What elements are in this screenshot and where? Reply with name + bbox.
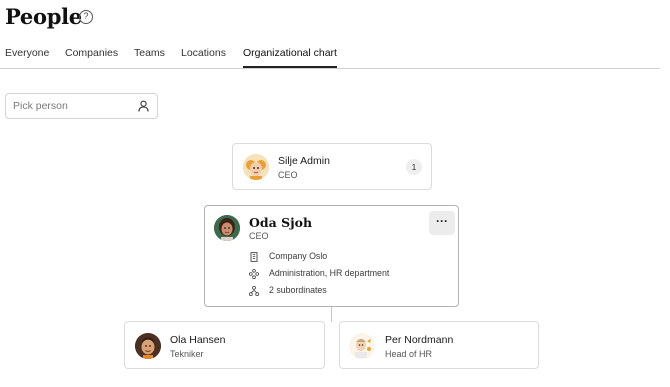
hierarchy-icon xyxy=(249,286,259,296)
avatar xyxy=(135,333,161,359)
avatar xyxy=(243,154,269,180)
person-icon[interactable] xyxy=(138,100,149,112)
tab-everyone[interactable]: Everyone xyxy=(5,47,49,59)
subordinate-name: Per Nordmann xyxy=(385,334,454,346)
subordinate-role: Head of HR xyxy=(385,349,433,359)
subordinate-card[interactable]: Per Nordmann Head of HR xyxy=(339,321,539,369)
selected-person-name: Oda Sjoh xyxy=(249,215,313,230)
tab-organizational-chart[interactable]: Organizational chart xyxy=(243,47,337,68)
org-connector-line xyxy=(331,307,332,322)
tab-teams[interactable]: Teams xyxy=(134,47,165,59)
manager-name: Silje Admin xyxy=(278,155,330,167)
subordinate-role: Tekniker xyxy=(170,349,204,359)
subordinates-label: 2 subordinates xyxy=(269,285,327,295)
tab-companies[interactable]: Companies xyxy=(65,47,118,59)
page-title: People xyxy=(5,4,82,29)
manager-card[interactable]: Silje Admin CEO 1 xyxy=(232,143,432,190)
tab-locations[interactable]: Locations xyxy=(181,47,226,59)
subordinate-name: Ola Hansen xyxy=(170,334,226,346)
more-options-button[interactable]: ··· xyxy=(429,211,455,235)
avatar xyxy=(349,333,375,359)
departments-icon xyxy=(249,269,259,279)
pick-person-input[interactable] xyxy=(6,94,131,118)
subordinate-count-badge: 1 xyxy=(406,159,422,175)
help-icon[interactable]: ? xyxy=(79,10,93,24)
manager-role: CEO xyxy=(278,170,298,180)
selected-person-role: CEO xyxy=(249,231,269,241)
selected-person-card[interactable]: Oda Sjoh CEO ··· Company Oslo Administra… xyxy=(204,205,459,307)
pick-person-field[interactable] xyxy=(5,93,158,119)
departments-label: Administration, HR department xyxy=(269,268,390,278)
subordinate-card[interactable]: Ola Hansen Tekniker xyxy=(124,321,325,369)
company-label: Company Oslo xyxy=(269,251,328,261)
building-icon xyxy=(250,252,258,262)
tab-bar: Everyone Companies Teams Locations Organ… xyxy=(0,46,660,69)
avatar xyxy=(214,215,240,241)
